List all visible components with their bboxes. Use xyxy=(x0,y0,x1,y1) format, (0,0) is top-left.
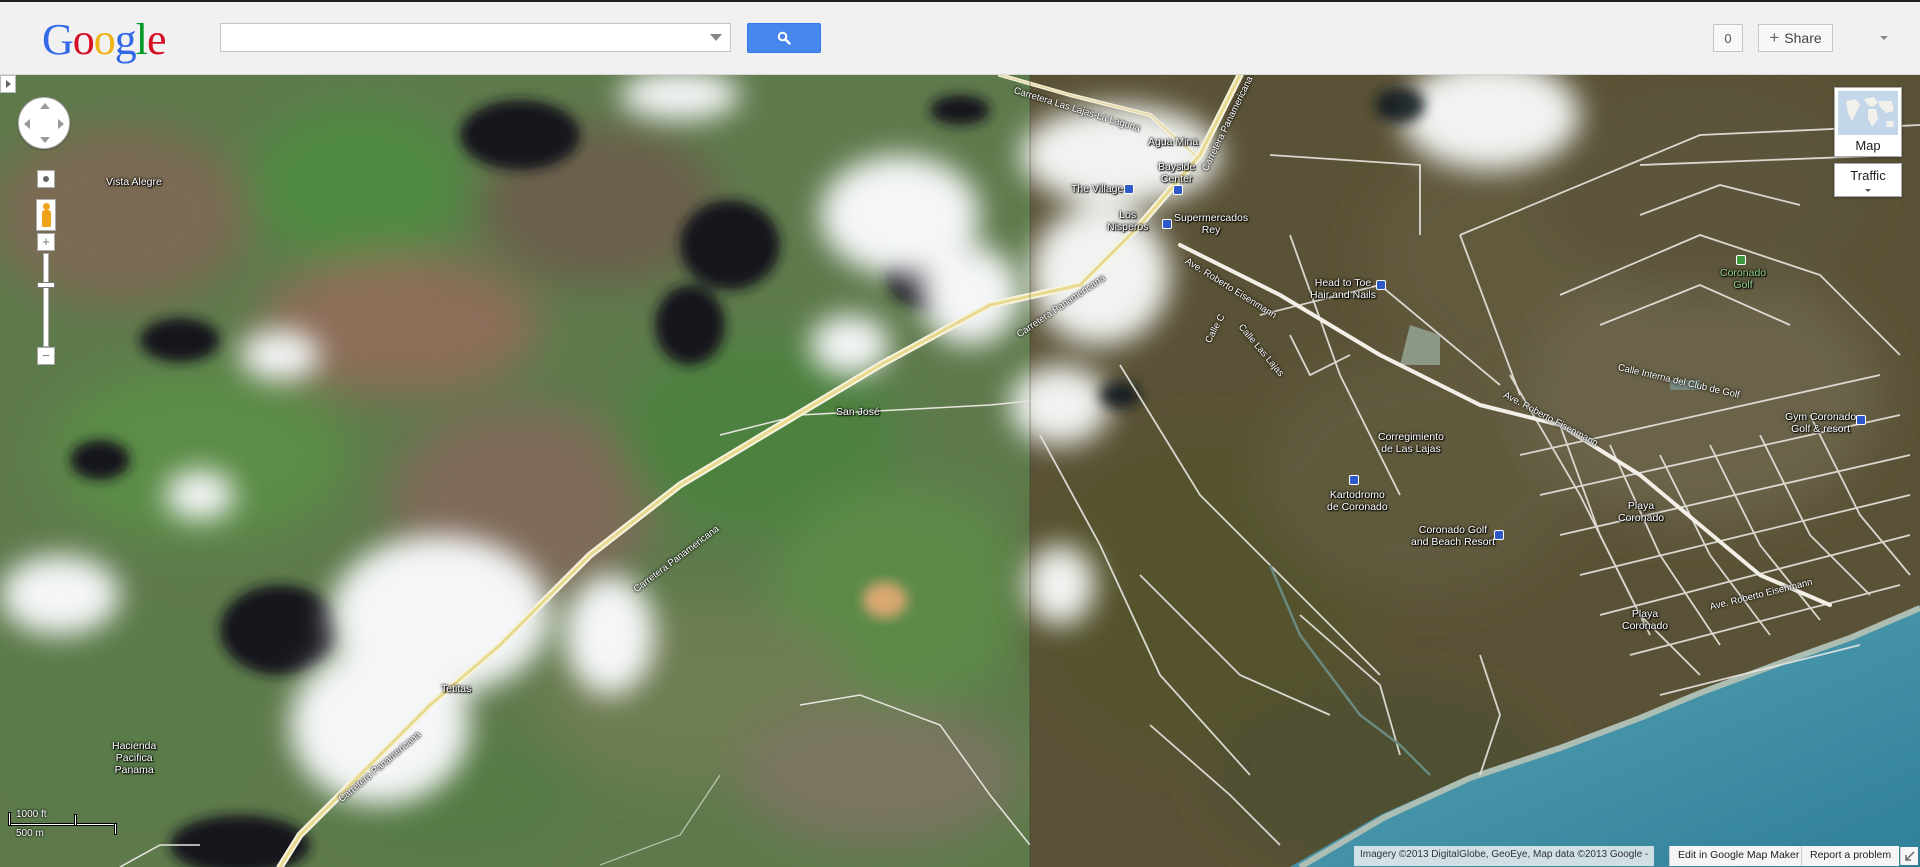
place-label-playa-coronado[interactable]: Playa Coronado xyxy=(1618,500,1664,524)
logo-letter: G xyxy=(42,15,74,64)
share-button[interactable]: + Share xyxy=(1758,24,1833,52)
place-label-vista-alegre[interactable]: Vista Alegre xyxy=(106,176,162,188)
collapse-panel-button[interactable] xyxy=(0,75,16,93)
report-problem-link[interactable]: Report a problem xyxy=(1801,846,1900,866)
chevron-down-icon xyxy=(1865,189,1871,192)
place-label-head-to-toe[interactable]: Head to Toe Hair and Nails xyxy=(1310,277,1376,301)
street-view-pegman-icon[interactable] xyxy=(36,199,56,231)
map-type-button[interactable]: Map xyxy=(1834,87,1902,157)
expand-icon xyxy=(1905,851,1915,861)
logo-letter: o xyxy=(93,15,116,64)
google-logo[interactable]: Google xyxy=(42,14,167,65)
satellite-imagery xyxy=(0,75,1920,867)
map-canvas[interactable]: Vista Alegre San José Tetitas Hacienda P… xyxy=(0,75,1920,867)
zoom-reset-button[interactable] xyxy=(37,170,55,188)
traffic-layer-button[interactable]: Traffic xyxy=(1834,163,1902,197)
share-count[interactable]: 0 xyxy=(1713,24,1743,52)
golf-icon[interactable] xyxy=(1736,255,1746,265)
scale-bar xyxy=(8,823,116,826)
place-label-the-village[interactable]: The Village xyxy=(1071,183,1123,195)
logo-letter: l xyxy=(135,15,148,64)
gym-icon[interactable] xyxy=(1856,415,1866,425)
search-button[interactable] xyxy=(747,23,821,53)
logo-letter: o xyxy=(72,15,95,64)
pan-right-icon[interactable] xyxy=(58,119,64,129)
resize-corner-icon[interactable] xyxy=(1900,847,1918,865)
scale-tick xyxy=(74,814,77,826)
place-label-kartodromo[interactable]: Kartodromo de Coronado xyxy=(1327,489,1388,513)
plus-icon: + xyxy=(1769,28,1780,47)
scale-tick xyxy=(8,812,11,826)
place-label-coronado-golf-beach[interactable]: Coronado Golf and Beach Resort xyxy=(1411,524,1495,548)
search-box xyxy=(220,23,731,52)
shopping-icon[interactable] xyxy=(1162,219,1172,229)
pan-down-icon[interactable] xyxy=(40,137,50,143)
resort-icon[interactable] xyxy=(1494,530,1504,540)
pan-control[interactable] xyxy=(18,97,70,149)
place-label-los-nisperos[interactable]: Los Nisperos xyxy=(1107,209,1148,233)
scale-imperial: 1000 ft xyxy=(16,809,47,820)
zoom-in-button[interactable]: + xyxy=(37,233,55,251)
shopping-icon[interactable] xyxy=(1173,185,1183,195)
place-label-supermercados-rey[interactable]: Supermercados Rey xyxy=(1174,212,1248,236)
map-type-label: Map xyxy=(1855,138,1881,153)
top-bar: Google 0 + Share xyxy=(0,0,1920,75)
place-label-agua-mina[interactable]: Agua Mina xyxy=(1148,136,1198,148)
shopping-icon[interactable] xyxy=(1124,184,1134,194)
place-label-gym-coronado[interactable]: Gym Coronado Golf & resort xyxy=(1785,411,1856,435)
edit-in-map-maker-link[interactable]: Edit in Google Map Maker xyxy=(1669,846,1808,866)
imagery-attribution: Imagery ©2013 DigitalGlobe, GeoEye, Map … xyxy=(1354,846,1655,866)
place-label-san-jose[interactable]: San José xyxy=(836,406,880,418)
salon-icon[interactable] xyxy=(1376,280,1386,290)
logo-letter: g xyxy=(114,15,137,64)
search-input[interactable] xyxy=(221,24,701,51)
pegman-head xyxy=(43,203,50,210)
map-thumbnail xyxy=(1838,91,1898,135)
pan-left-icon[interactable] xyxy=(24,119,30,129)
place-label-playa-coronado[interactable]: Playa Coronado xyxy=(1622,608,1668,632)
place-label-bayside-center[interactable]: Bayside Center xyxy=(1158,161,1195,185)
place-label-tetitas[interactable]: Tetitas xyxy=(441,683,471,695)
world-map-icon xyxy=(1846,97,1894,127)
scale-metric: 500 m xyxy=(16,828,44,839)
zoom-slider-handle[interactable] xyxy=(37,282,55,288)
zoom-slider-track[interactable] xyxy=(43,253,49,347)
zoom-out-button[interactable]: − xyxy=(37,347,55,365)
logo-letter: e xyxy=(147,15,167,64)
share-label: Share xyxy=(1784,30,1822,46)
search-icon xyxy=(777,31,791,45)
pegman-body xyxy=(42,210,51,227)
racetrack-icon[interactable] xyxy=(1349,475,1359,485)
place-label-coronado-golf[interactable]: Coronado Golf xyxy=(1720,267,1766,291)
scale-tick xyxy=(114,823,117,835)
traffic-label: Traffic xyxy=(1850,168,1886,183)
pan-up-icon[interactable] xyxy=(40,103,50,109)
chevron-down-icon[interactable] xyxy=(1880,36,1888,40)
place-label-corregimiento[interactable]: Corregimiento de Las Lajas xyxy=(1378,431,1444,455)
map-scale: 1000 ft 500 m xyxy=(8,809,118,843)
search-dropdown-icon[interactable] xyxy=(710,34,722,41)
place-label-hacienda-pacifica[interactable]: Hacienda Pacifica Panama xyxy=(112,740,156,776)
